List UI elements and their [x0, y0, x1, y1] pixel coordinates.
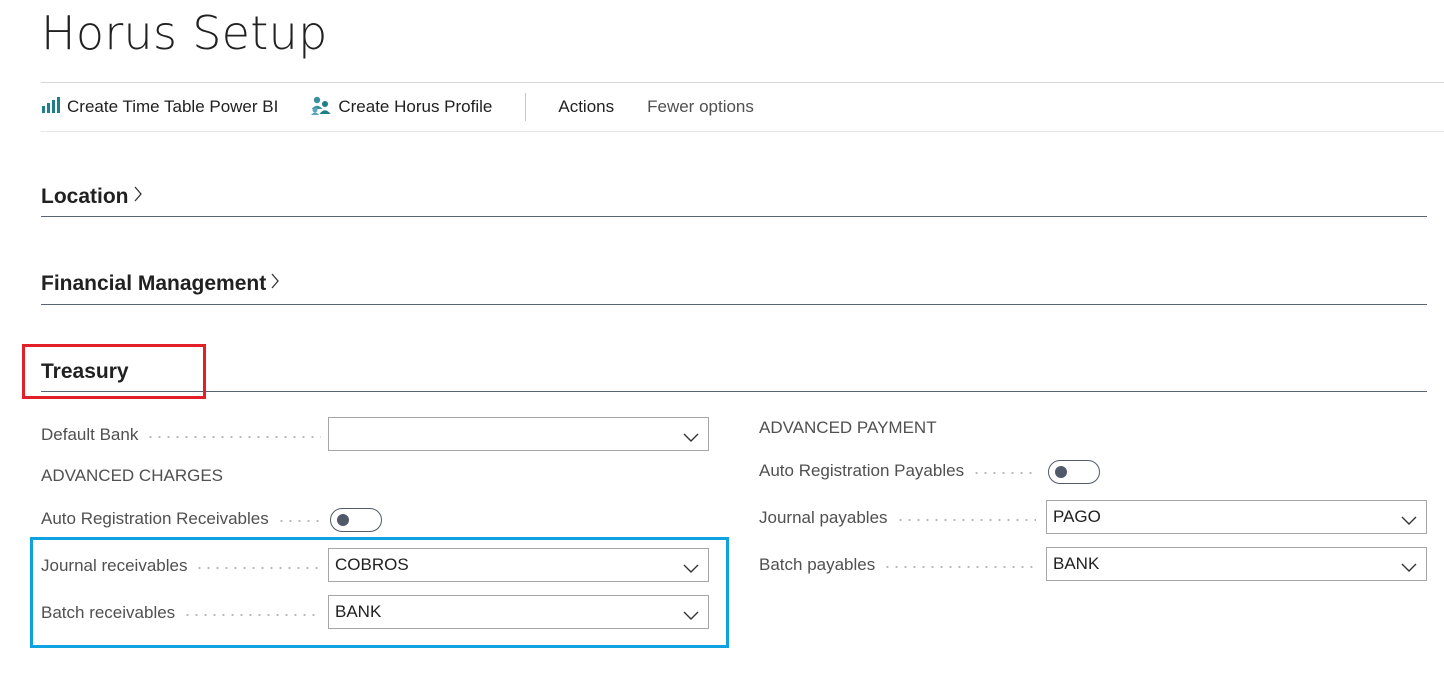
section-financial-header[interactable]: Financial Management [41, 272, 280, 296]
action-bar: Create Time Table Power BI Create Horus … [41, 84, 754, 130]
batch-payables-value: BANK [1053, 554, 1100, 573]
chevron-right-icon [270, 272, 280, 296]
people-icon [310, 95, 338, 120]
create-time-table-button[interactable]: Create Time Table Power BI [41, 96, 278, 119]
chevron-right-icon [133, 185, 143, 209]
section-location-rule [41, 216, 1427, 217]
auto-registration-receivables-text: Auto Registration Receivables [41, 509, 269, 528]
batch-payables-text: Batch payables [759, 555, 876, 574]
actions-menu[interactable]: Actions [558, 97, 614, 117]
batch-payables-select[interactable]: BANK [1046, 547, 1427, 581]
chevron-down-icon [683, 428, 699, 448]
header-divider [41, 82, 1444, 83]
journal-payables-label: Journal payables [759, 507, 1036, 529]
auto-registration-receivables-label: Auto Registration Receivables [41, 508, 321, 530]
default-bank-select[interactable] [328, 417, 709, 451]
toolbar-divider [41, 131, 1444, 132]
fewer-options-link[interactable]: Fewer options [647, 97, 754, 117]
label-leader-dots [895, 519, 1036, 521]
auto-registration-receivables-toggle[interactable] [330, 508, 382, 532]
create-horus-profile-button[interactable]: Create Horus Profile [310, 95, 492, 120]
section-treasury-rule [41, 391, 1427, 392]
auto-registration-payables-label: Auto Registration Payables [759, 460, 1036, 482]
label-leader-dots [972, 472, 1036, 474]
default-bank-label: Default Bank [41, 424, 321, 446]
section-location-header[interactable]: Location [41, 185, 143, 209]
label-leader-dots [883, 566, 1036, 568]
page-title: Horus Setup [41, 6, 328, 60]
section-financial-title: Financial Management [41, 272, 267, 295]
toggle-knob [1055, 466, 1067, 478]
section-location-title: Location [41, 185, 129, 208]
label-leader-dots [146, 436, 321, 438]
advanced-charges-heading: ADVANCED CHARGES [41, 466, 223, 485]
auto-registration-payables-toggle[interactable] [1048, 460, 1100, 484]
advanced-payment-heading: ADVANCED PAYMENT [759, 418, 937, 437]
chevron-down-icon [1401, 558, 1417, 578]
auto-registration-payables-text: Auto Registration Payables [759, 461, 965, 480]
toggle-knob [337, 514, 349, 526]
create-time-table-label: Create Time Table Power BI [67, 97, 279, 116]
bar-chart-icon [41, 96, 67, 119]
chevron-down-icon [1401, 511, 1417, 531]
journal-payables-text: Journal payables [759, 508, 888, 527]
label-leader-dots [276, 520, 321, 522]
default-bank-label-text: Default Bank [41, 425, 139, 444]
section-financial-rule [41, 304, 1427, 305]
receivables-highlight-box [30, 537, 729, 648]
toolbar-separator [525, 93, 527, 121]
journal-payables-value: PAGO [1053, 507, 1101, 526]
treasury-highlight-box [22, 344, 206, 399]
create-horus-profile-label: Create Horus Profile [338, 97, 493, 116]
journal-payables-select[interactable]: PAGO [1046, 500, 1427, 534]
batch-payables-label: Batch payables [759, 554, 1036, 576]
